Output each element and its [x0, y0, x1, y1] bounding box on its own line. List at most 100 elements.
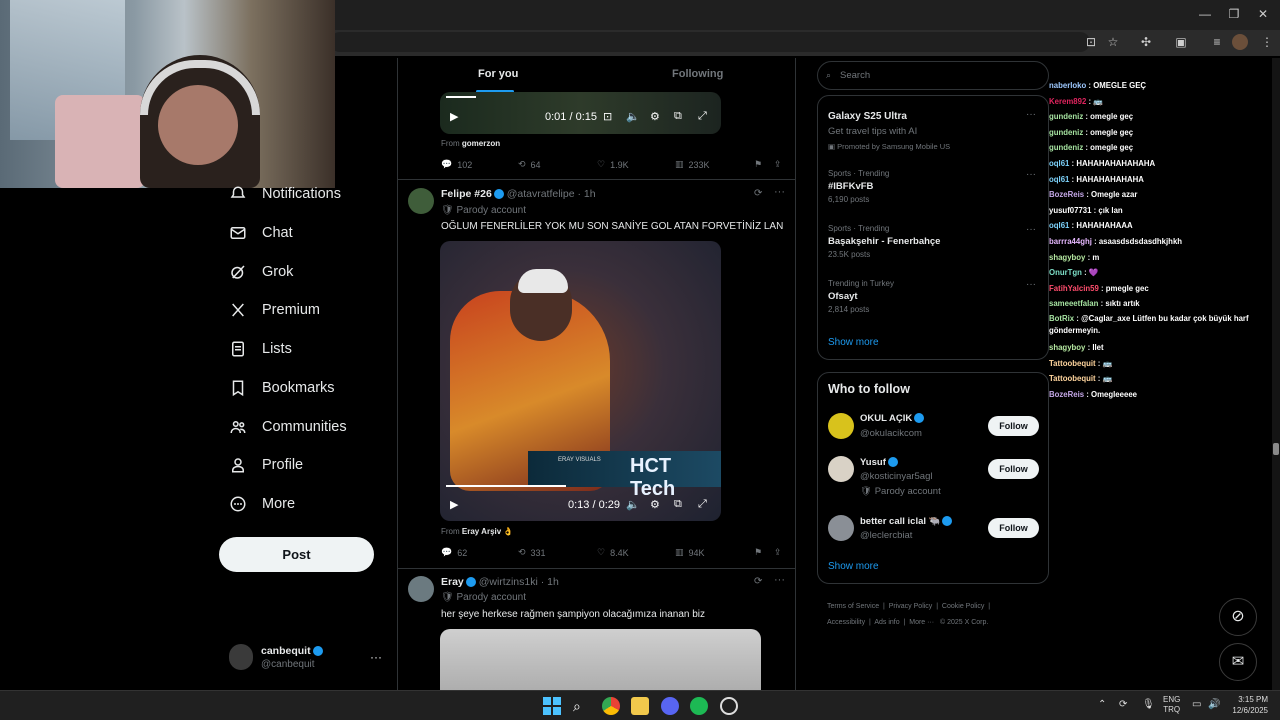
minimize-icon[interactable]: —	[1195, 6, 1215, 22]
post1-name[interactable]: Felipe #26	[441, 188, 492, 200]
play-icon[interactable]: ▶	[450, 110, 458, 123]
nav-more[interactable]: More	[228, 492, 295, 516]
footer-link[interactable]: Cookie Policy	[942, 603, 984, 610]
suggested-avatar[interactable]	[828, 413, 854, 439]
suggested-name[interactable]: better call iclal 🐃	[860, 516, 953, 527]
nav-profile[interactable]: Profile	[228, 453, 303, 477]
close-icon[interactable]: ✕	[1253, 6, 1273, 22]
settings-icon[interactable]: ⚙	[650, 498, 660, 511]
spotify-icon[interactable]	[690, 697, 708, 715]
extensions-icon[interactable]: ✣	[1137, 34, 1155, 50]
split-view-icon[interactable]: ▣	[1172, 34, 1190, 50]
chat-username[interactable]: FatihYalcin59	[1049, 284, 1099, 293]
post-more-icon[interactable]: ···	[774, 186, 785, 198]
network-tray-icon[interactable]: ⟳	[1119, 699, 1127, 710]
grok-float-icon[interactable]: ⊘	[1219, 598, 1257, 636]
nav-lists[interactable]: Lists	[228, 337, 292, 361]
search-input[interactable]: Search	[817, 61, 1049, 90]
tab-for-you[interactable]: For you	[478, 68, 518, 80]
discord-icon[interactable]	[661, 697, 679, 715]
suggested-name[interactable]: OKUL AÇIK	[860, 413, 925, 424]
settings-icon[interactable]: ⚙	[650, 110, 660, 123]
fullscreen-icon[interactable]: ⤢	[698, 498, 707, 511]
browser-menu-icon[interactable]: ⋮	[1258, 34, 1276, 50]
chat-username[interactable]: naberloko	[1049, 81, 1086, 90]
chat-username[interactable]: Tattoobequit	[1049, 359, 1096, 368]
trend-more-icon[interactable]: ···	[1026, 224, 1036, 235]
post2-media[interactable]	[440, 629, 761, 690]
post2-avatar[interactable]	[408, 576, 434, 602]
nav-bookmarks[interactable]: Bookmarks	[228, 376, 335, 400]
star-icon[interactable]: ☆	[1104, 34, 1122, 50]
volume-icon[interactable]: 🔈	[626, 110, 640, 123]
chat-username[interactable]: gundeniz	[1049, 112, 1083, 121]
captions-icon[interactable]: ⊡	[603, 110, 612, 123]
pip-icon[interactable]: ⧉	[674, 110, 682, 123]
footer-link[interactable]: Privacy Policy	[889, 603, 933, 610]
show-more-trends[interactable]: Show more	[828, 337, 879, 348]
volume-tray-icon[interactable]: 🔊	[1208, 699, 1220, 710]
share-icon[interactable]: ⇪	[774, 547, 782, 558]
chat-username[interactable]: BozeReis	[1049, 190, 1084, 199]
views-button[interactable]: ▥ 94K	[675, 547, 705, 558]
chat-username[interactable]: shagyboy	[1049, 253, 1085, 262]
grok-post-icon[interactable]: ⟳	[754, 576, 762, 587]
tab-following[interactable]: Following	[672, 68, 723, 80]
show-more-follow[interactable]: Show more	[828, 561, 879, 572]
display-icon[interactable]: ▭	[1192, 699, 1201, 710]
chat-username[interactable]: BotRix	[1049, 314, 1074, 323]
chat-username[interactable]: yusuf07731	[1049, 206, 1091, 215]
windows-start-icon[interactable]	[543, 697, 561, 715]
chat-username[interactable]: oql61	[1049, 159, 1069, 168]
chat-username[interactable]: BozeReis	[1049, 390, 1084, 399]
share-icon[interactable]: ⇪	[774, 159, 782, 170]
trend-item[interactable]: Trending in Turkey Ofsayt 2,814 posts	[828, 279, 894, 314]
chat-username[interactable]: sameeetfalan	[1049, 299, 1098, 308]
volume-icon[interactable]: 🔈	[626, 498, 640, 511]
fullscreen-icon[interactable]: ⤢	[698, 110, 707, 123]
address-bar[interactable]	[330, 32, 1090, 52]
pip-icon[interactable]: ⧉	[674, 498, 682, 511]
language-indicator[interactable]: ENG TRQ	[1163, 695, 1180, 715]
repost-button[interactable]: ⟲ 64	[518, 159, 541, 170]
profile-avatar[interactable]	[1232, 34, 1248, 50]
follow-button[interactable]: Follow	[988, 518, 1039, 538]
reading-list-icon[interactable]: ≡	[1208, 34, 1226, 50]
post2-name[interactable]: Eray	[441, 576, 464, 588]
promo-title[interactable]: Galaxy S25 Ultra	[828, 111, 907, 122]
promo-more-icon[interactable]: ···	[1026, 109, 1036, 120]
post0-video[interactable]: ▶ 0:01 / 0:15 ⊡ 🔈 ⚙ ⧉ ⤢	[440, 92, 721, 134]
grok-post-icon[interactable]: ⟳	[754, 188, 762, 199]
follow-button[interactable]: Follow	[988, 459, 1039, 479]
install-app-icon[interactable]: ⊡	[1082, 34, 1100, 50]
trend-item[interactable]: Sports · Trending #IBFKvFB 6,190 posts	[828, 169, 889, 204]
chat-username[interactable]: barrra44ghj	[1049, 237, 1092, 246]
views-button[interactable]: ▥ 233K	[675, 159, 710, 170]
suggested-name[interactable]: Yusuf	[860, 457, 898, 468]
mic-icon[interactable]: 🎙	[1142, 699, 1155, 710]
play-icon[interactable]: ▶	[450, 498, 458, 511]
post-button[interactable]: Post	[219, 537, 374, 572]
search-taskbar-icon[interactable]: ⌕	[573, 697, 591, 715]
bookmark-post-icon[interactable]: ⚑	[754, 547, 762, 558]
follow-button[interactable]: Follow	[988, 416, 1039, 436]
post-more-icon[interactable]: ···	[774, 574, 785, 586]
chat-username[interactable]: Tattoobequit	[1049, 374, 1096, 383]
like-button[interactable]: ♡ 8.4K	[597, 547, 629, 558]
footer-link[interactable]: Terms of Service	[827, 603, 879, 610]
file-explorer-icon[interactable]	[631, 697, 649, 715]
nav-chat[interactable]: Chat	[228, 221, 293, 245]
chat-username[interactable]: gundeniz	[1049, 128, 1083, 137]
reply-button[interactable]: 💬 102	[441, 159, 472, 170]
chat-username[interactable]: gundeniz	[1049, 143, 1083, 152]
nav-communities[interactable]: Communities	[228, 415, 347, 439]
app-icon[interactable]	[720, 697, 738, 715]
restore-icon[interactable]: ❐	[1224, 6, 1244, 22]
post2-handle[interactable]: @wirtzins1ki · 1h	[479, 576, 559, 588]
trend-more-icon[interactable]: ···	[1026, 279, 1036, 290]
suggested-avatar[interactable]	[828, 515, 854, 541]
clock[interactable]: 3:15 PM 12/6/2025	[1228, 694, 1268, 716]
footer-link[interactable]: Accessibility	[827, 619, 865, 626]
chat-username[interactable]: shagyboy	[1049, 343, 1085, 352]
post1-avatar[interactable]	[408, 188, 434, 214]
